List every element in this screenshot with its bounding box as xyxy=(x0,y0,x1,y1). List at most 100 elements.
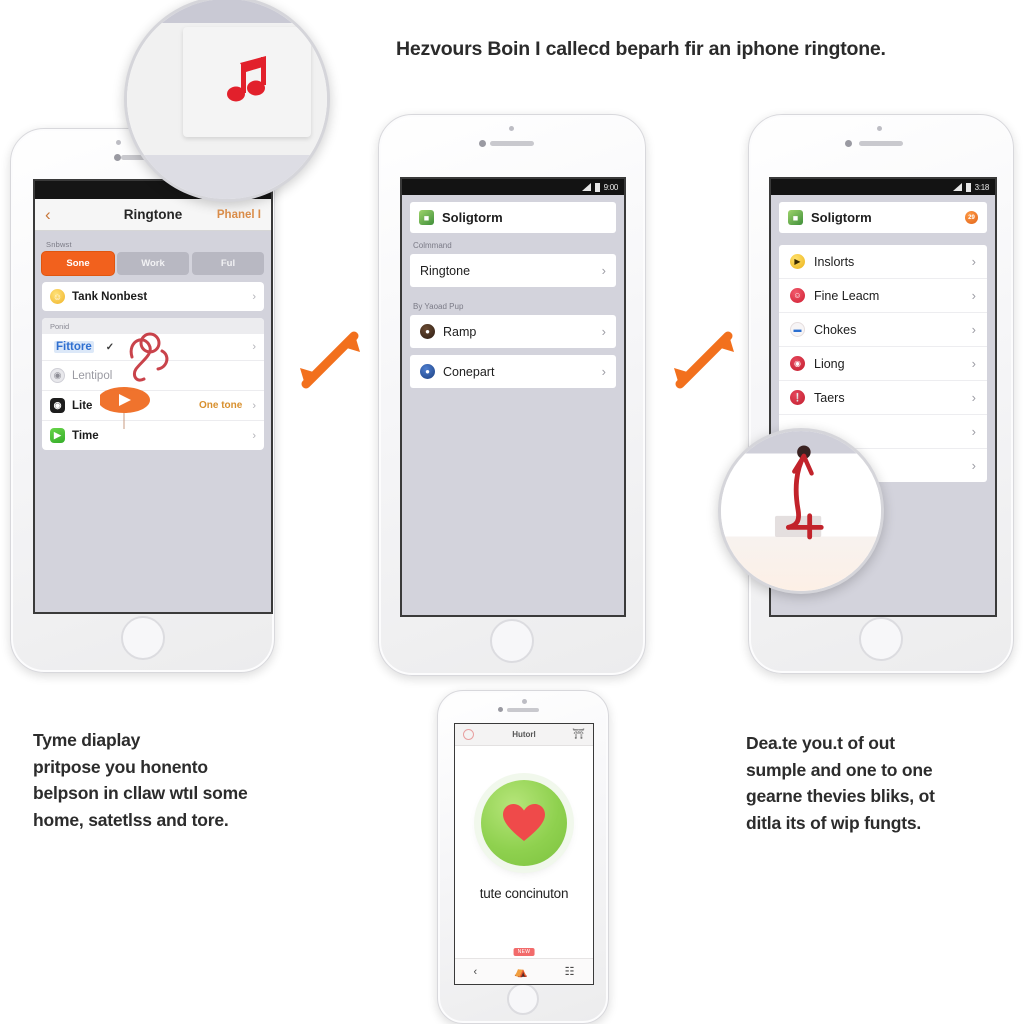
chevron-right-icon: › xyxy=(971,390,976,405)
chevron-right-icon: › xyxy=(971,424,976,439)
phone2-app-bar[interactable]: ■ Soligtorm xyxy=(410,202,616,233)
home-button[interactable] xyxy=(490,619,534,663)
magnifier-cursor xyxy=(718,428,884,594)
poster-canvas: Hezvours Boin I callecd beparh fir an ip… xyxy=(0,0,1024,1024)
chevron-right-icon: › xyxy=(971,254,976,269)
phone4-title: Hutorl xyxy=(512,730,536,739)
record-icon: ◉ xyxy=(790,356,805,371)
phone4-caption: tute concinuton xyxy=(479,886,569,901)
music-note-icon xyxy=(227,56,266,102)
phone4-screen: Hutorl ⛩ tute concinuton NEW ‹ ⛺ ☷ xyxy=(454,723,594,985)
list-item-tank-nonbest[interactable]: ☺ Tank Nonbest › xyxy=(42,282,264,311)
chevron-right-icon: › xyxy=(971,458,976,473)
status-badge: 29 xyxy=(965,211,978,224)
phone1-group-label: Snbwst xyxy=(46,240,72,249)
paragraph-left: Tyme diaplay pritpose you honento belpso… xyxy=(33,727,333,833)
page-title: Hezvours Boin I callecd beparh fir an ip… xyxy=(396,38,886,60)
phone-device-4: Hutorl ⛩ tute concinuton NEW ‹ ⛺ ☷ xyxy=(437,690,609,1024)
list-item-label: Time xyxy=(72,429,99,442)
globe-icon: ◉ xyxy=(50,368,65,383)
sensor-dot xyxy=(522,699,527,704)
list-item-conepart[interactable]: ● Conepart › xyxy=(410,355,616,388)
home-button[interactable] xyxy=(507,983,539,1015)
phone2-app-title: Soligtorm xyxy=(442,210,503,225)
video-icon: ▶ xyxy=(50,428,65,443)
list-item-label: Inslorts xyxy=(814,254,855,269)
heart-icon xyxy=(503,804,545,841)
phone3-app-bar[interactable]: ■ Soligtorm 29 xyxy=(779,202,987,233)
list-item-fine-leacm[interactable]: ☺ Fine Leacm › xyxy=(779,279,987,313)
segment-tab-1[interactable]: Work xyxy=(117,252,189,275)
front-camera-icon xyxy=(845,140,852,147)
phone2-content: ■ Soligtorm Colmmand Ringtone › By Yaoad… xyxy=(402,195,624,615)
phone3-app-title: Soligtorm xyxy=(811,210,872,225)
list-item-label: Liong xyxy=(814,356,845,371)
phone4-top-bar: Hutorl ⛩ xyxy=(455,724,593,746)
home-button[interactable] xyxy=(120,616,165,660)
list-item-liong[interactable]: ◉ Liong › xyxy=(779,347,987,381)
paragraph-left-line-3: belpson in cllaw wtıl some xyxy=(33,783,248,804)
status-clock: 3:18 xyxy=(974,182,990,192)
double-arrow-icon-left xyxy=(300,331,360,389)
chevron-right-icon: › xyxy=(971,356,976,371)
avatar-icon: ● xyxy=(420,324,435,339)
segmented-control[interactable]: Sone Work Ful xyxy=(42,252,264,275)
smiley-icon: ☺ xyxy=(790,288,805,303)
bag-icon[interactable]: ⛺ xyxy=(514,965,528,978)
list-item-label: Ringtone xyxy=(420,263,471,278)
list-item-label: Chokes xyxy=(814,322,857,337)
chat-icon: ▬ xyxy=(790,322,805,337)
paragraph-right-line-2: sumple and one to one xyxy=(746,759,933,780)
list-item-label: Conepart xyxy=(443,364,495,379)
phone2-group2-label: By Yaoad Pup xyxy=(413,302,464,311)
list-item-label: Ramp xyxy=(443,324,477,339)
android-status-bar: 3:18 xyxy=(771,179,995,195)
nav-badge: NEW xyxy=(513,948,535,956)
play-icon: ▶ xyxy=(790,254,805,269)
phone1-top-card: ☺ Tank Nonbest › xyxy=(42,282,264,311)
cursor-arrow-icon xyxy=(774,445,824,540)
home-button[interactable] xyxy=(859,617,903,661)
paragraph-left-line-2: pritpose you honento xyxy=(33,756,208,777)
phone4-bottom-nav[interactable]: ‹ ⛺ ☷ xyxy=(455,958,593,984)
phone4-content: tute concinuton NEW ‹ ⛺ ☷ xyxy=(455,746,593,984)
earpiece-speaker xyxy=(490,141,534,146)
battery-icon xyxy=(594,182,600,192)
front-camera-icon xyxy=(498,707,503,712)
list-item-inslorts[interactable]: ▶ Inslorts › xyxy=(779,245,987,279)
magnifier-music-note xyxy=(124,0,330,202)
info-icon: ❕ xyxy=(790,390,805,405)
list-item-label: Fittore xyxy=(54,341,94,353)
paragraph-right: Dea.te you.t of out sumple and one to on… xyxy=(746,730,1024,836)
chevron-right-icon: › xyxy=(971,288,976,303)
phone1-nav-action[interactable]: Phanel I xyxy=(217,209,261,221)
list-item-label: Fine Leacm xyxy=(814,288,880,303)
app-icon: ■ xyxy=(788,210,803,225)
heart-button[interactable] xyxy=(481,780,567,866)
list-item-label: Taers xyxy=(814,390,845,405)
earpiece-speaker xyxy=(507,708,539,712)
segment-tab-2[interactable]: Ful xyxy=(192,252,264,275)
list-item-ramp[interactable]: ● Ramp › xyxy=(410,315,616,348)
paragraph-right-line-1: Dea.te you.t of out xyxy=(746,733,895,753)
paragraph-left-line-1: Tyme diaplay xyxy=(33,730,141,750)
chevron-right-icon: › xyxy=(601,324,606,339)
camera-icon: ◉ xyxy=(50,398,65,413)
status-clock: 9:00 xyxy=(603,182,619,192)
phone1-annotation-overlay xyxy=(100,332,169,429)
chevron-right-icon: › xyxy=(601,364,606,379)
chevron-left-icon[interactable]: ‹ xyxy=(473,966,477,978)
sensor-dot xyxy=(116,140,121,145)
calendar-icon[interactable]: ☷ xyxy=(565,965,575,978)
chevron-right-icon: › xyxy=(252,290,256,303)
list-item-taers[interactable]: ❕ Taers › xyxy=(779,381,987,415)
list-item-chokes[interactable]: ▬ Chokes › xyxy=(779,313,987,347)
front-camera-icon xyxy=(479,140,486,147)
list-item-label: Tank Nonbest xyxy=(72,290,148,303)
list-item-ringtone[interactable]: Ringtone › xyxy=(410,254,616,287)
phone2-group1-label: Colmmand xyxy=(413,241,452,250)
phone1-nav-bar: ‹ Ringtone Phanel I xyxy=(35,199,271,231)
paragraph-left-line-4: home, satetlss and tore. xyxy=(33,809,229,830)
segment-tab-0[interactable]: Sone xyxy=(42,252,114,275)
android-status-bar: 9:00 xyxy=(402,179,624,195)
